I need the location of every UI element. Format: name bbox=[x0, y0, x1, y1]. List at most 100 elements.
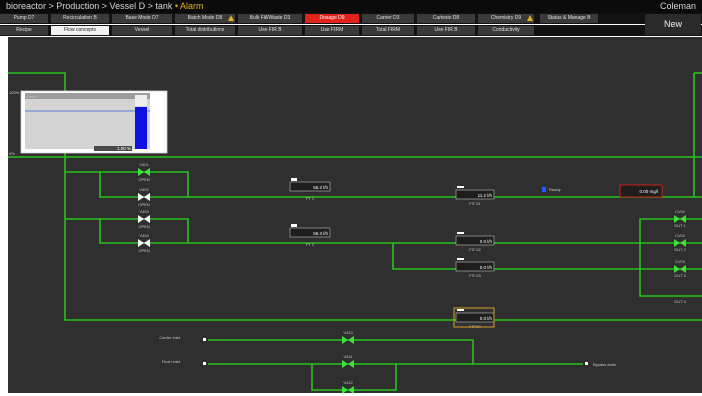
valve-icon[interactable] bbox=[144, 215, 150, 223]
output-label: OUT 3 bbox=[674, 273, 686, 278]
output-label: OUT 1 bbox=[674, 223, 686, 228]
tab-pump-d7[interactable]: Pump D7 bbox=[0, 14, 48, 23]
valve-icon[interactable] bbox=[680, 215, 686, 223]
tab-status-manage-b[interactable]: Status & Manage B bbox=[540, 14, 598, 23]
tab-dosage-d9[interactable]: Dosage D9 bbox=[305, 14, 359, 23]
tab-bulk-fill-waste-d3[interactable]: Bulk Fill/Waste D3 bbox=[238, 14, 302, 23]
valve-label: V410 bbox=[343, 330, 353, 335]
title-bar: bioreactor > Production > Vessel D > tan… bbox=[0, 0, 702, 13]
flowmeter-name: FT 1 bbox=[306, 196, 315, 201]
valve-icon[interactable] bbox=[342, 336, 348, 344]
valve-label: V404 bbox=[139, 233, 149, 238]
valve-icon[interactable] bbox=[138, 239, 144, 247]
indicator-label: Ready bbox=[549, 187, 561, 192]
outlet-label: Bypass drain bbox=[593, 362, 616, 367]
valve-label: V411 bbox=[343, 354, 353, 359]
flowmeter-icon bbox=[291, 178, 297, 181]
valve-icon[interactable] bbox=[674, 215, 680, 223]
breadcrumb-path[interactable]: bioreactor > Production > Vessel D > tan… bbox=[6, 1, 175, 11]
valve-icon[interactable] bbox=[138, 193, 144, 201]
branch-b-bypass-pipe bbox=[100, 218, 189, 243]
tank-header-bar bbox=[25, 93, 150, 99]
branch-a-pipe bbox=[65, 171, 702, 198]
tab-chemistry-d9[interactable]: Chemistry D9 bbox=[478, 14, 534, 23]
inlet-label: Carrier inlet bbox=[159, 335, 181, 340]
new-button[interactable]: New bbox=[645, 14, 701, 35]
valve-state: OPEN bbox=[138, 177, 149, 182]
output-label: OUT 4 bbox=[674, 299, 686, 304]
process-diagram: 100% 0% Level 1.00 % V401 OPEN V402 OPEN V403 OPE… bbox=[8, 72, 702, 393]
instrument-tag: FIT 01 bbox=[469, 201, 481, 206]
tank-top-label: 100% bbox=[9, 90, 20, 95]
valve-icon[interactable] bbox=[144, 193, 150, 201]
tank-body bbox=[25, 93, 150, 149]
tab-conductivity[interactable]: Conductivity bbox=[478, 26, 534, 35]
valve-icon[interactable] bbox=[680, 239, 686, 247]
instrument-icon bbox=[457, 232, 464, 234]
tank-header-label: Level bbox=[27, 94, 37, 99]
tab-total-firm[interactable]: Total FIRM bbox=[362, 26, 414, 35]
tab-use-firm[interactable]: Use FIRM bbox=[305, 26, 359, 35]
valve-icon[interactable] bbox=[680, 265, 686, 273]
valve-state: OPEN bbox=[138, 248, 149, 253]
tank-level-reading: 1.00 % bbox=[117, 146, 131, 151]
user-name: Coleman bbox=[659, 1, 696, 11]
tab-use-fir-b[interactable]: Use FIR B bbox=[417, 26, 475, 35]
tab-recirculation-b[interactable]: Recirculation B bbox=[51, 14, 109, 23]
instrument-tag: FIT 02 bbox=[469, 247, 481, 252]
inlet-marker bbox=[203, 362, 206, 365]
instrument-tag: FIT 03 bbox=[469, 273, 481, 278]
tab-row-secondary: Recipe Flow concepts Vessel Total distribut… bbox=[0, 25, 702, 36]
valve-state: OPEN bbox=[138, 224, 149, 229]
ready-indicator-icon bbox=[542, 187, 546, 192]
flowmeter-value: 56.3 l/h bbox=[313, 231, 328, 236]
warning-icon bbox=[228, 15, 234, 21]
tab-vessel[interactable]: Vessel bbox=[112, 26, 172, 35]
branch-c-pipe bbox=[392, 243, 702, 270]
branch-a-bypass-pipe bbox=[100, 171, 189, 197]
tab-batch-mode-d8[interactable]: Batch Mode D8 bbox=[175, 14, 235, 23]
valve-state: OPEN bbox=[138, 202, 149, 207]
tank-bottom-label: 0% bbox=[9, 151, 15, 156]
instrument-icon bbox=[457, 309, 464, 311]
valve-icon[interactable] bbox=[342, 386, 348, 393]
valve-icon[interactable] bbox=[348, 336, 354, 344]
valve-icon[interactable] bbox=[138, 168, 144, 176]
valve-icon[interactable] bbox=[674, 265, 680, 273]
flowmeter-value: 56.2 l/h bbox=[313, 185, 328, 190]
tab-flow-concepts[interactable]: Flow concepts bbox=[51, 26, 109, 35]
tab-use-fir-b[interactable]: Use FIR B bbox=[238, 26, 302, 35]
scada-screen: bioreactor > Production > Vessel D > tan… bbox=[0, 0, 702, 396]
tab-row-primary: Pump D7 Recirculation B Base Mode D7 Batch … bbox=[0, 13, 702, 24]
instrument-value: 0.0 l/h bbox=[480, 316, 493, 321]
valve-icon[interactable] bbox=[138, 215, 144, 223]
tab-recipe[interactable]: Recipe bbox=[0, 26, 48, 35]
instrument-icon bbox=[457, 258, 464, 260]
right-rise-pipe bbox=[639, 218, 702, 243]
breadcrumb-alarm[interactable]: • Alarm bbox=[175, 1, 204, 11]
valve-icon[interactable] bbox=[144, 239, 150, 247]
tab-carrier-d3[interactable]: Carrier D3 bbox=[362, 14, 414, 23]
valve-icon[interactable] bbox=[348, 386, 354, 393]
instrument-value: 0.0 l/h bbox=[480, 239, 493, 244]
valve-icon[interactable] bbox=[342, 360, 348, 368]
warning-icon bbox=[527, 15, 533, 21]
flowmeter-name: FT 2 bbox=[306, 242, 315, 247]
alarm-value: 0.00 mg/l bbox=[639, 189, 658, 194]
bottom-pipe-1 bbox=[208, 339, 583, 365]
tab-total-distributions[interactable]: Total distributions bbox=[175, 26, 235, 35]
outlet-marker bbox=[585, 362, 588, 365]
valve-icon[interactable] bbox=[144, 168, 150, 176]
valve-label: CV03 bbox=[675, 259, 686, 264]
inlet-label: Flush inlet bbox=[162, 359, 181, 364]
valve-icon[interactable] bbox=[348, 360, 354, 368]
output-label: OUT 2 bbox=[674, 247, 686, 252]
tab-cartesio-d8[interactable]: Cartesio D8 bbox=[417, 14, 475, 23]
valve-icon[interactable] bbox=[674, 239, 680, 247]
tab-base-mode-d7[interactable]: Base Mode D7 bbox=[112, 14, 172, 23]
process-canvas: 100% 0% Level 1.00 % V401 OPEN V402 OPEN V403 OPE… bbox=[8, 37, 702, 393]
instrument-value: 11.2 l/h bbox=[478, 193, 493, 198]
branch-b-pipe bbox=[65, 218, 702, 244]
valve-label: V401 bbox=[139, 162, 149, 167]
valve-label: V403 bbox=[139, 209, 149, 214]
